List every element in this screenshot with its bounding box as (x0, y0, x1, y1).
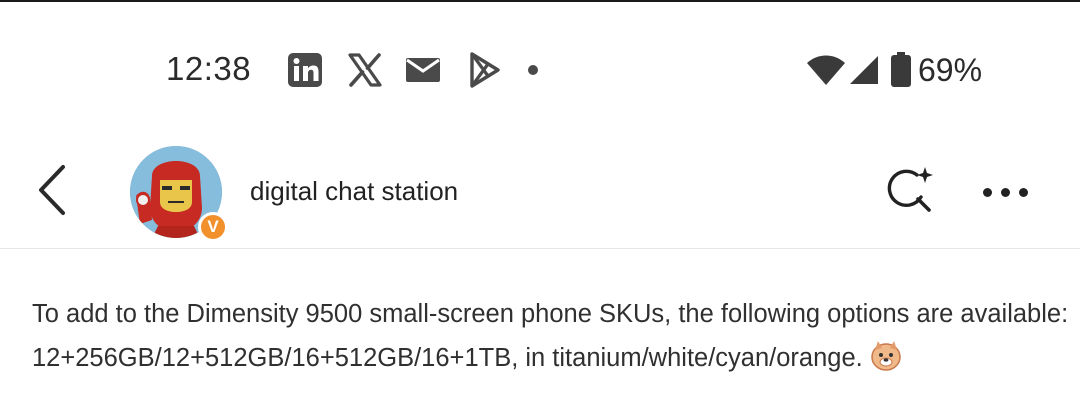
ai-search-icon (887, 167, 933, 212)
ai-search-button[interactable] (878, 162, 938, 222)
x-icon (346, 51, 384, 89)
header-divider (0, 248, 1080, 249)
more-notifications-dot (528, 65, 538, 75)
channel-name[interactable]: digital chat station (250, 176, 458, 207)
system-icons: 69% (806, 48, 982, 92)
back-button[interactable] (30, 160, 74, 220)
more-options-icon (1000, 187, 1010, 197)
cell-signal-icon (848, 54, 880, 86)
post-text-line-2: 12+256GB/12+512GB/16+512GB/16+1TB, in ti… (32, 336, 1062, 380)
post-body: To add to the Dimensity 9500 small-scree… (32, 292, 1069, 380)
more-options-icon (982, 187, 992, 197)
play-store-icon (464, 50, 504, 90)
more-options-button[interactable] (970, 174, 1040, 210)
wifi-icon (806, 53, 846, 87)
mail-icon (404, 51, 442, 89)
battery-percent: 69% (918, 51, 983, 88)
post-text-line-2-text: 12+256GB/12+512GB/16+512GB/16+1TB, in ti… (32, 344, 863, 372)
doge-emoji-icon (869, 338, 903, 372)
channel-avatar-wrap[interactable]: V (130, 146, 228, 242)
status-bar: 12:38 69% (0, 40, 1080, 100)
linkedin-icon (286, 51, 324, 89)
post-text-line-1: To add to the Dimensity 9500 small-scree… (32, 300, 1069, 328)
verified-badge: V (198, 212, 228, 242)
channel-header: V digital chat station (0, 138, 1080, 246)
top-edge-line (0, 0, 1080, 2)
status-time: 12:38 (166, 50, 252, 87)
chevron-left-icon (39, 165, 65, 215)
notification-icons (286, 48, 538, 92)
battery-icon (890, 52, 912, 88)
more-options-icon (1018, 187, 1028, 197)
